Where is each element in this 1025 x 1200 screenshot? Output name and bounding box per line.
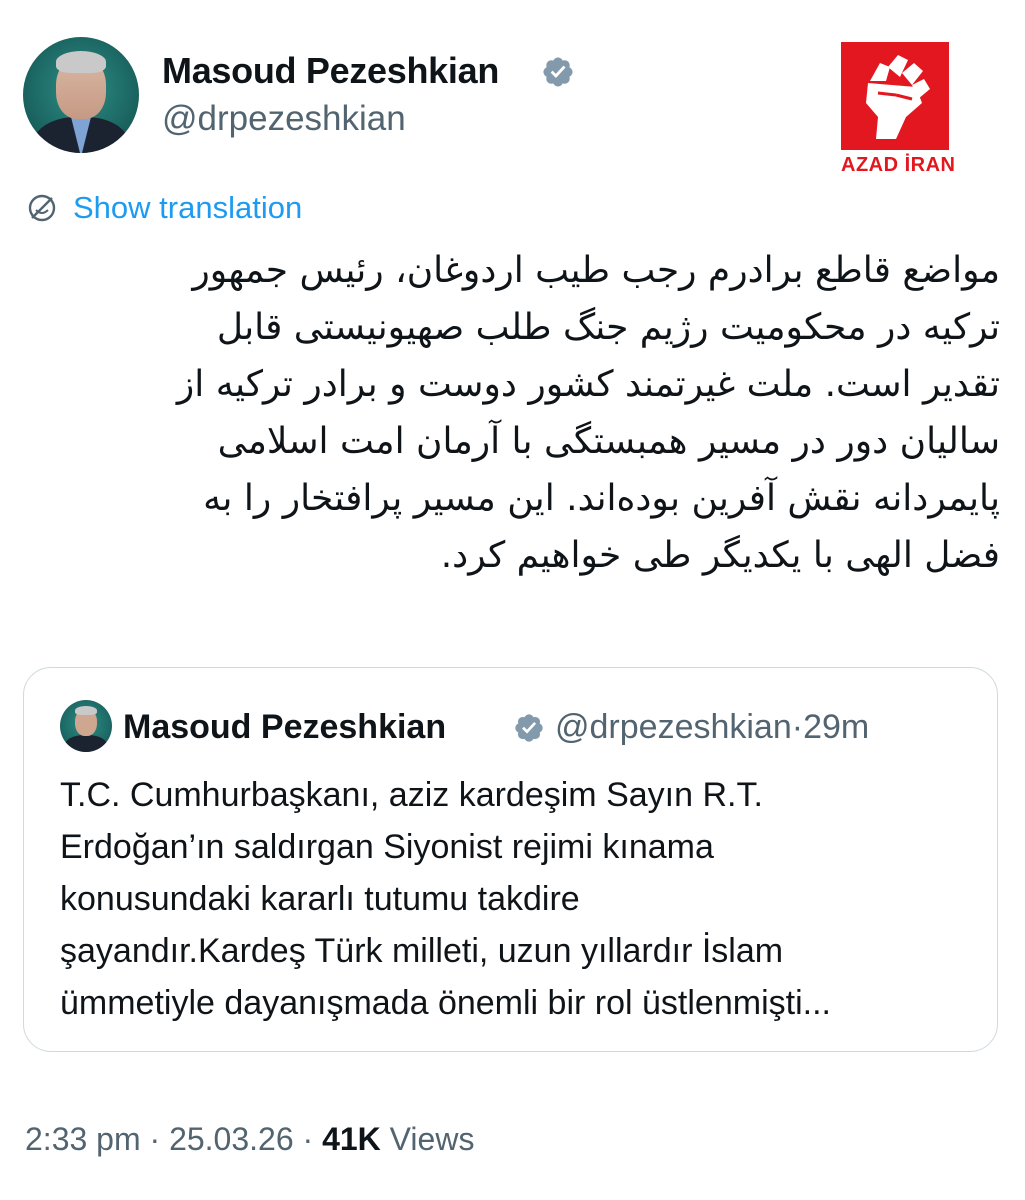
avatar-suit <box>64 735 108 752</box>
quoted-author-name[interactable]: Masoud Pezeshkian <box>123 708 446 747</box>
avatar-hair <box>56 51 106 73</box>
quoted-text-line: şayandır.Kardeş Türk milleti, uzun yılla… <box>60 932 784 970</box>
quoted-time[interactable]: 29m <box>803 708 869 746</box>
quoted-tweet-text: T.C. Cumhurbaşkanı, aziz kardeşim Sayın … <box>60 769 980 1029</box>
quoted-text-line: konusundaki kararlı tutumu takdire <box>60 880 580 918</box>
show-translation-label[interactable]: Show translation <box>73 190 302 226</box>
verified-badge-icon <box>543 57 573 87</box>
tweet-footer: 2:33 pm · 25.03.26 · 41K Views <box>25 1121 474 1158</box>
quoted-text-line: T.C. Cumhurbaşkanı, aziz kardeşim Sayın … <box>60 776 763 814</box>
meta-separator: · <box>791 708 804 746</box>
show-translation-link[interactable]: Show translation <box>24 190 302 226</box>
quoted-handle[interactable]: @drpezeshkian <box>555 708 792 746</box>
avatar-hair <box>75 706 97 715</box>
footer-separator: · <box>149 1121 161 1157</box>
views-count: 41K <box>322 1121 381 1157</box>
tweet-text-line: پایمردانه نقش آفرین بوده‌اند. این مسیر پ… <box>203 478 1000 519</box>
tweet-text-line: مواضع قاطع برادرم رجب طیب اردوغان، رئیس … <box>192 250 1000 291</box>
tweet-text: مواضع قاطع برادرم رجب طیب اردوغان، رئیس … <box>20 242 1000 584</box>
quoted-text-line: ümmetiyle dayanışmada önemli bir rol üst… <box>60 984 831 1022</box>
verified-badge-icon <box>515 714 543 742</box>
tweet-text-line: ترکیه در محکومیت رژیم جنگ طلب صهیونیستی … <box>216 307 1000 348</box>
azad-iran-logo: AZAD İRAN <box>841 42 956 176</box>
raised-fist-icon <box>841 42 949 150</box>
logo-caption: AZAD İRAN <box>841 154 956 176</box>
author-name[interactable]: Masoud Pezeshkian <box>162 50 499 92</box>
tweet-text-line: تقدیر است. ملت غیرتمند کشور دوست و برادر… <box>176 364 1000 405</box>
post-date[interactable]: 25.03.26 <box>169 1121 294 1157</box>
quoted-meta: @drpezeshkian·29m <box>555 708 869 747</box>
tweet-text-line: سالیان دور در مسیر همبستگی با آرمان امت … <box>217 421 1000 462</box>
tweet-text-line: فضل الهی با یکدیگر طی خواهیم کرد. <box>440 535 1000 576</box>
views-label: Views <box>389 1121 475 1157</box>
quoted-tweet-card[interactable]: Masoud Pezeshkian @drpezeshkian·29m T.C.… <box>23 667 998 1052</box>
quoted-text-line: Erdoğan’ın saldırgan Siyonist rejimi kın… <box>60 828 714 866</box>
quoted-avatar[interactable] <box>60 700 112 752</box>
profile-avatar[interactable] <box>23 37 139 153</box>
post-time[interactable]: 2:33 pm <box>25 1121 141 1157</box>
translate-globe-icon <box>28 194 56 222</box>
author-handle[interactable]: @drpezeshkian <box>162 99 406 139</box>
footer-separator: · <box>302 1121 314 1157</box>
